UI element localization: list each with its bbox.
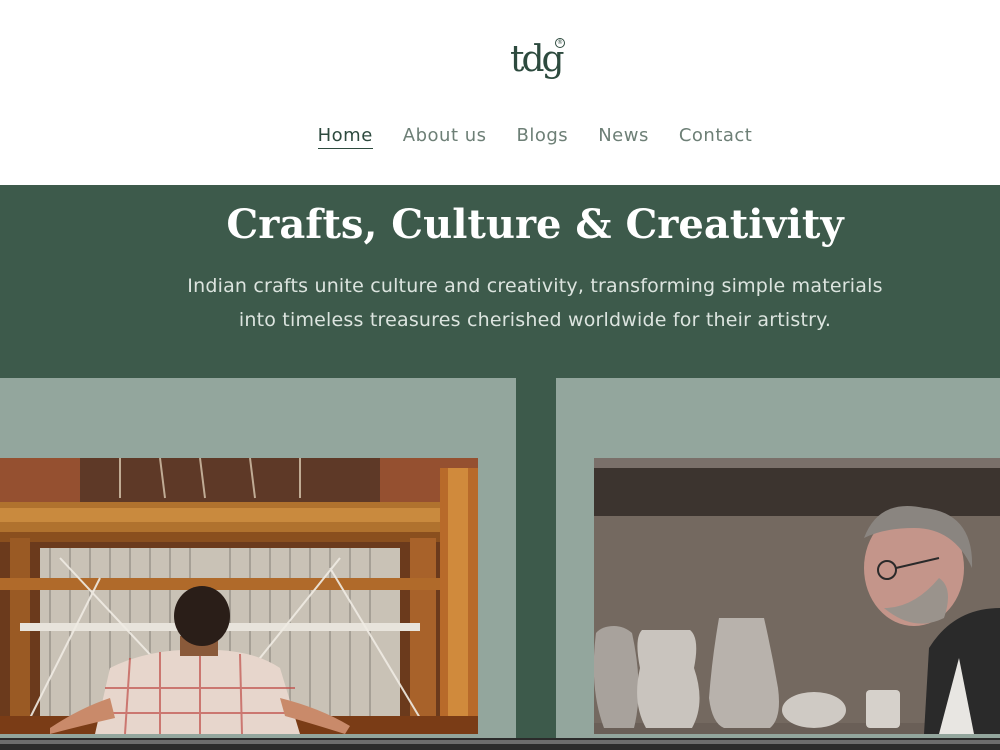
nav-item-contact[interactable]: Contact (679, 124, 753, 149)
logo-wordmark: tdg (510, 39, 565, 80)
hero-subtitle-line-2: into timeless treasures cherished worldw… (238, 309, 832, 331)
weaver-loom-image (0, 458, 478, 734)
potter-vases-image (594, 458, 1000, 734)
nav-item-home[interactable]: Home (317, 124, 373, 149)
nav-item-about-us[interactable]: About us (403, 124, 487, 149)
site-header: tdg ® Home About us Blogs News Contact (0, 0, 1000, 185)
hero-title: Crafts, Culture & Creativity (226, 201, 844, 248)
weaver-loom-illustration (0, 458, 478, 734)
main-navigation: Home About us Blogs News Contact (0, 124, 1000, 149)
hero-subtitle: Indian crafts unite culture and creativi… (0, 269, 1000, 337)
registered-mark-icon: ® (555, 38, 565, 48)
brand-logo[interactable]: tdg ® (510, 38, 570, 86)
nav-item-blogs[interactable]: Blogs (517, 124, 569, 149)
potter-vases-illustration (594, 458, 1000, 734)
hero-subtitle-line-1: Indian crafts unite culture and creativi… (187, 275, 883, 297)
bottom-edge-line (0, 740, 1000, 744)
nav-item-news[interactable]: News (598, 124, 649, 149)
